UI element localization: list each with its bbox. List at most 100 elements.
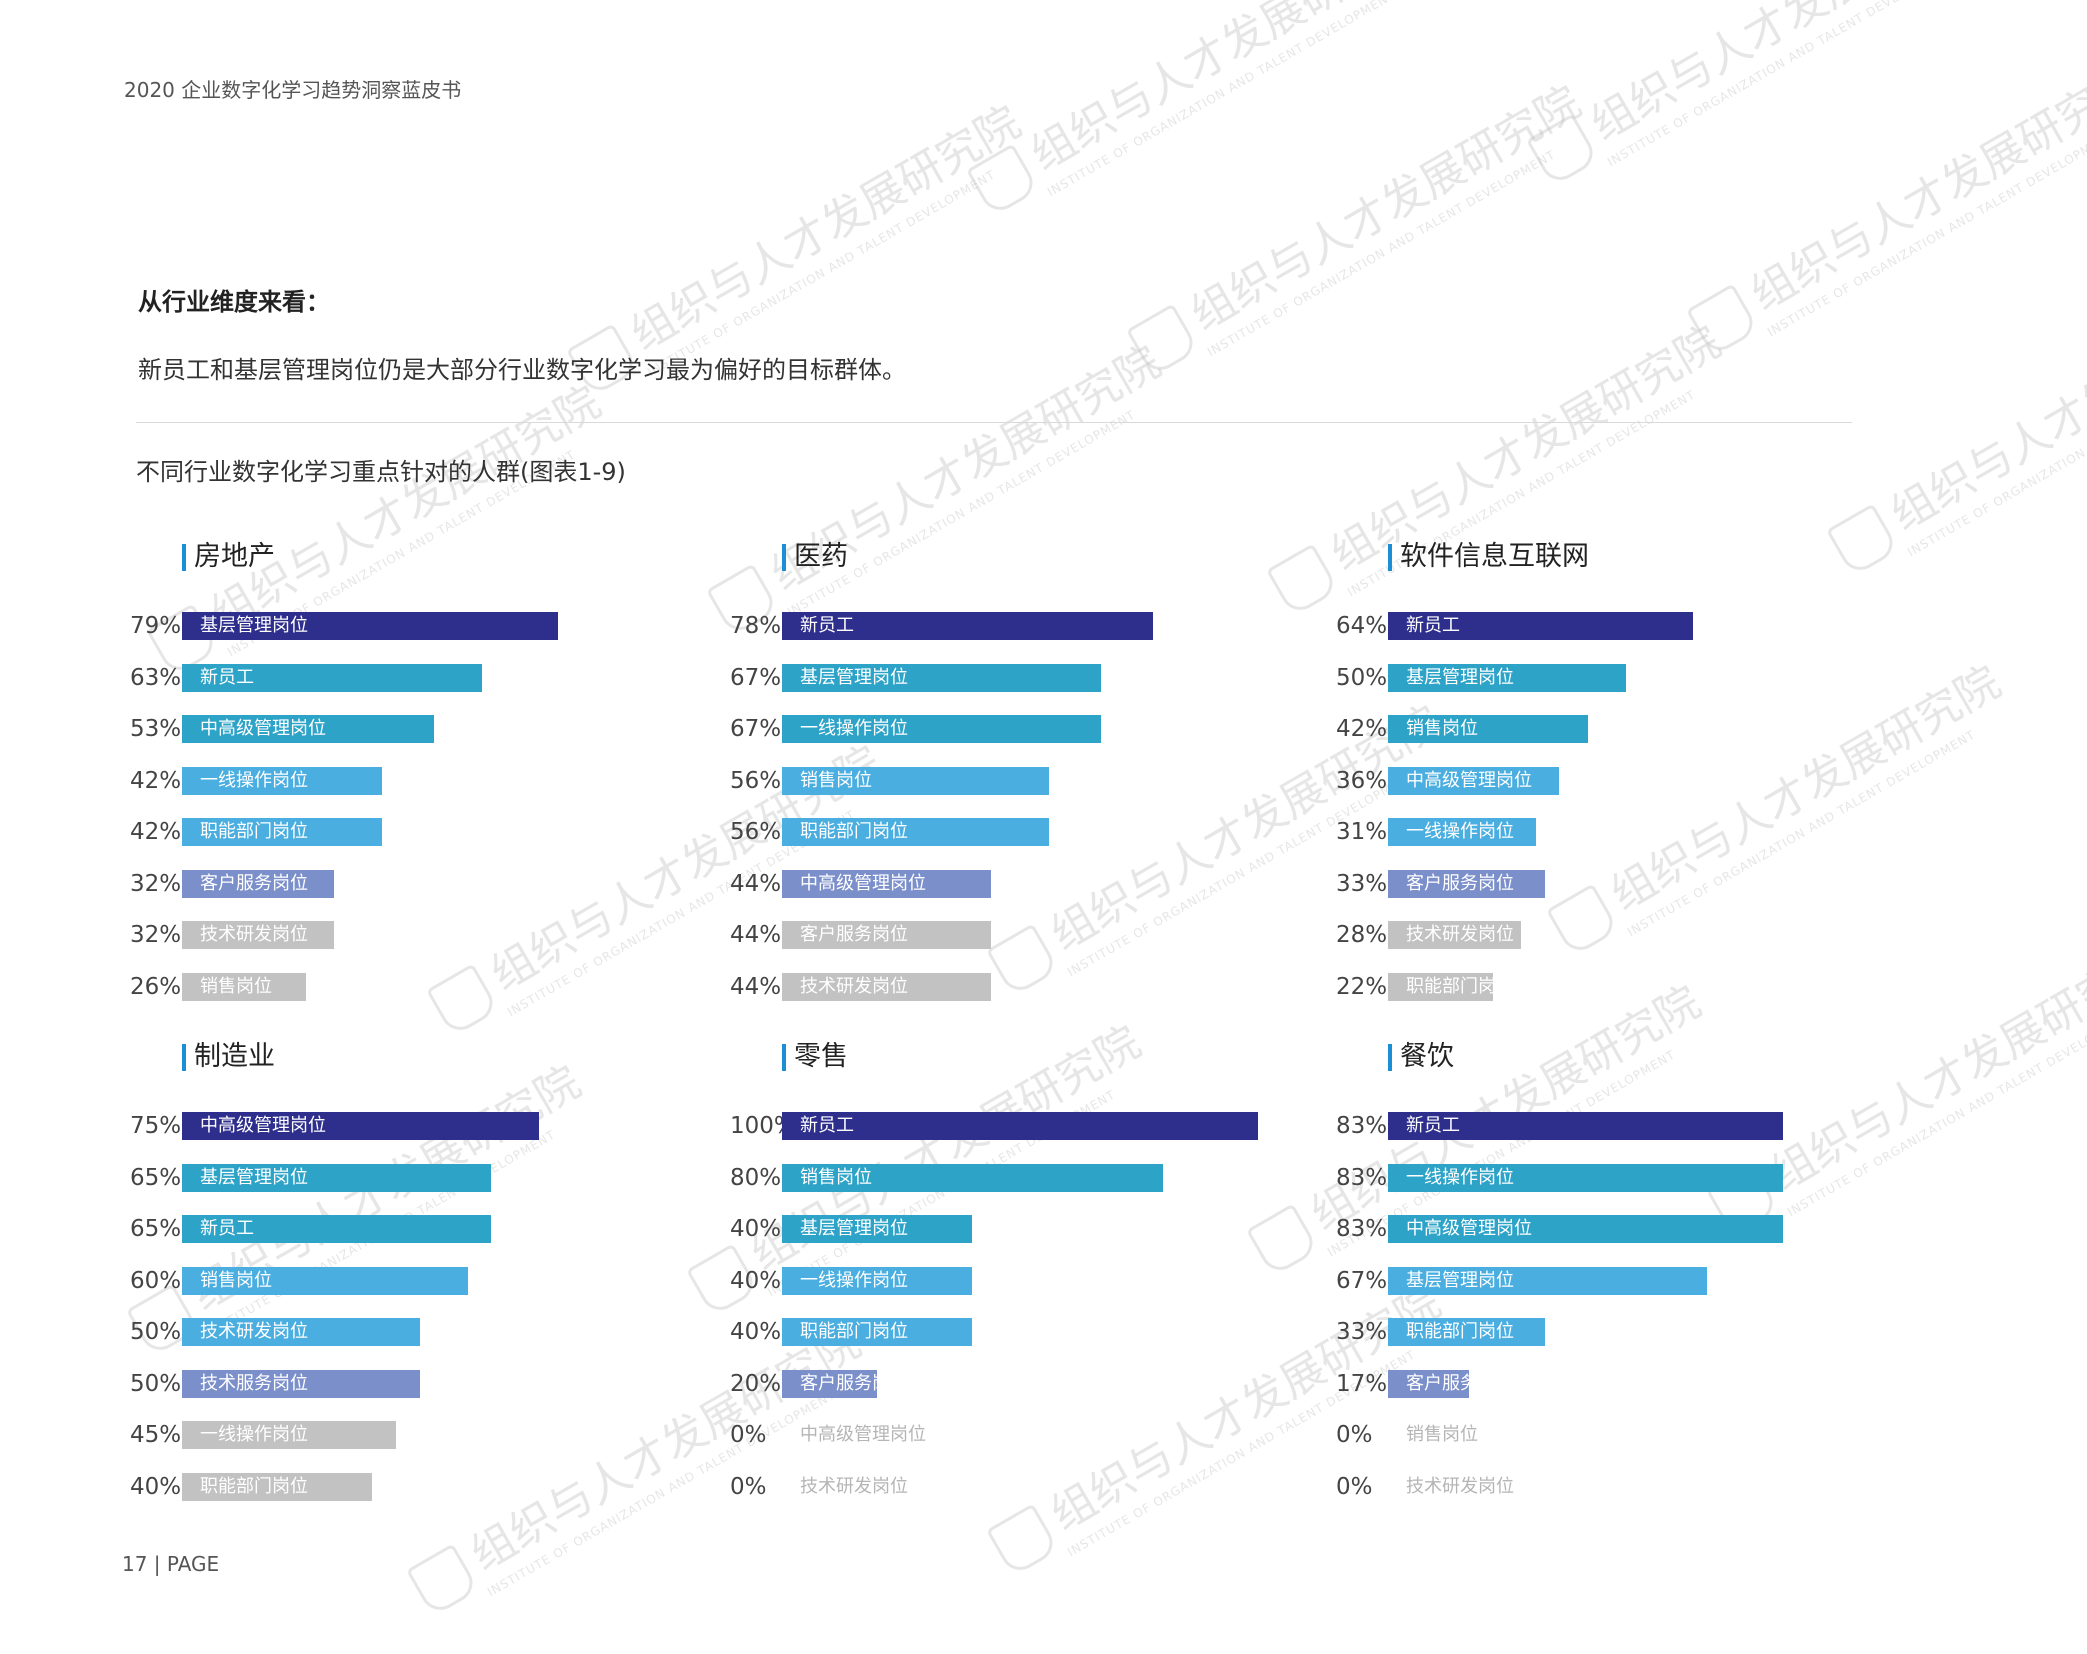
chart-title: 餐饮	[1388, 1040, 1454, 1074]
bar-value-label: 63%	[130, 664, 182, 691]
bar-row: 0% 技术研发岗位	[730, 1473, 1290, 1501]
section-description: 新员工和基层管理岗位仍是大部分行业数字化学习最为偏好的目标群体。	[138, 356, 906, 384]
bar-category-label: 基层管理岗位	[1406, 666, 1514, 688]
bar-row: 83% 新员工	[1336, 1112, 1896, 1140]
bar-row: 36% 中高级管理岗位	[1336, 766, 1896, 795]
watermark-logo-icon	[1526, 113, 1600, 188]
bar-category-label: 新员工	[800, 615, 854, 636]
bar-row: 26% 销售岗位	[130, 972, 690, 1001]
bar-category-label: 客户服务岗位	[1406, 872, 1514, 894]
bar-row: 80% 销售岗位	[730, 1163, 1290, 1192]
bar-row: 67% 基层管理岗位	[1336, 1266, 1896, 1295]
bar-value-label: 42%	[130, 819, 182, 845]
watermark-logo-icon	[986, 1503, 1060, 1578]
bar-value-label: 56%	[730, 767, 782, 794]
bar-value-label: 80%	[730, 1164, 782, 1191]
bar-category-label: 一线操作岗位	[200, 1424, 308, 1445]
bar-value-label: 78%	[730, 613, 782, 639]
bar-row: 56% 销售岗位	[730, 766, 1290, 795]
bar-category-label: 技术研发岗位	[800, 975, 908, 997]
bar-row: 40% 一线操作岗位	[730, 1266, 1290, 1295]
bar-value-label: 40%	[730, 1267, 782, 1294]
watermark-subtext: INSTITUTE OF ORGANIZATION AND TALENT DEV…	[1764, 127, 2087, 340]
bar-row: 79% 基层管理岗位	[130, 612, 690, 640]
watermark: 组织与人才发展研究院INSTITUTE OF ORGANIZATION AND …	[1680, 47, 2087, 369]
chart-panel-catering: 餐饮 83% 新员工 83% 一线操作岗位 83% 中高级管理岗位 67% 基层管理岗位 33%…	[1336, 1040, 1896, 1510]
bar-value-label: 44%	[730, 973, 782, 1000]
chart-panel-software-internet: 软件信息互联网 64% 新员工 50% 基层管理岗位 42% 销售岗位 36% 中高级管理岗位…	[1336, 540, 1896, 1010]
watermark: 组织与人才发展研究院INSTITUTE OF ORGANIZATION AND …	[1520, 0, 1998, 199]
bar-row: 50% 基层管理岗位	[1336, 663, 1896, 692]
bar-value-label: 100%	[730, 1113, 796, 1139]
bar-category-label: 中高级管理岗位	[800, 1424, 926, 1445]
bar-row: 75% 中高级管理岗位	[130, 1112, 690, 1140]
chart-panel-real-estate: 房地产 79% 基层管理岗位 63% 新员工 53% 中高级管理岗位 42% 一线操作岗位 42…	[130, 540, 690, 1010]
bar-category-label: 客户服务岗位	[800, 1372, 908, 1394]
bar-row: 50% 技术服务岗位	[130, 1369, 690, 1398]
bar-value-label: 0%	[1336, 1473, 1373, 1500]
watermark: 组织与人才发展研究院INSTITUTE OF ORGANIZATION AND …	[1120, 67, 1598, 389]
watermark-text: 组织与人才发展研究院	[1742, 56, 2087, 321]
bar-row: 40% 职能部门岗位	[730, 1318, 1290, 1346]
bar-category-label: 一线操作岗位	[800, 1269, 908, 1291]
watermark: 组织与人才发展研究院INSTITUTE OF ORGANIZATION AND …	[960, 0, 1438, 229]
bar-value-label: 42%	[130, 767, 182, 794]
watermark-logo-icon	[406, 1543, 480, 1618]
watermark-subtext: INSTITUTE OF ORGANIZATION AND TALENT DEV…	[1604, 0, 1958, 170]
bar-value-label: 22%	[1336, 973, 1388, 1000]
bar-row: 67% 一线操作岗位	[730, 715, 1290, 743]
page-separator: |	[147, 1552, 167, 1576]
bar-category-label: 职能部门岗位	[1406, 975, 1514, 997]
bar-row: 22% 职能部门岗位	[1336, 972, 1896, 1001]
bar-value-label: 40%	[730, 1216, 782, 1242]
watermark-subtext: INSTITUTE OF ORGANIZATION AND TALENT DEV…	[1904, 347, 2087, 560]
bar-value-label: 28%	[1336, 922, 1388, 948]
bar-row: 60% 销售岗位	[130, 1266, 690, 1295]
bar-value-label: 67%	[730, 716, 782, 742]
bar-row: 28% 技术研发岗位	[1336, 921, 1896, 949]
page-label: PAGE	[166, 1552, 220, 1576]
bar-value-label: 83%	[1336, 1164, 1388, 1191]
bar-value-label: 44%	[730, 922, 782, 948]
chart-title: 医药	[782, 540, 848, 574]
bar-category-label: 销售岗位	[1406, 718, 1478, 739]
watermark-text: 组织与人才发展研究院	[1882, 276, 2087, 541]
bar-category-label: 新员工	[200, 1218, 254, 1239]
chart-panel-manufacturing: 制造业 75% 中高级管理岗位 65% 基层管理岗位 65% 新员工 60% 销售岗位 50% 技…	[130, 1040, 690, 1510]
bar-category-label: 销售岗位	[1406, 1424, 1478, 1445]
bar-category-label: 一线操作岗位	[1406, 821, 1514, 842]
bar-value-label: 65%	[130, 1216, 182, 1242]
bar-category-label: 技术研发岗位	[800, 1475, 908, 1497]
bar-row: 40% 基层管理岗位	[730, 1215, 1290, 1243]
bar-row: 67% 基层管理岗位	[730, 663, 1290, 692]
document-header-title: 2020 企业数字化学习趋势洞察蓝皮书	[124, 78, 462, 102]
bar-category-label: 技术研发岗位	[1406, 924, 1514, 945]
bar-value-label: 26%	[130, 973, 182, 1000]
watermark-text: 组织与人才发展研究院	[1182, 76, 1590, 341]
bar-row: 100% 新员工	[730, 1112, 1290, 1140]
bar-category-label: 职能部门岗位	[200, 1475, 308, 1497]
watermark-text: 组织与人才发展研究院	[1582, 0, 1990, 151]
bar-value-label: 56%	[730, 819, 782, 845]
chart-panel-retail: 零售 100% 新员工 80% 销售岗位 40% 基层管理岗位 40% 一线操作岗位 40% 职能…	[730, 1040, 1290, 1510]
bar-row: 44% 技术研发岗位	[730, 972, 1290, 1001]
bar-category-label: 新员工	[1406, 1115, 1460, 1136]
bar-row: 42% 销售岗位	[1336, 715, 1896, 743]
bar-category-label: 一线操作岗位	[1406, 1166, 1514, 1188]
bar-category-label: 职能部门岗位	[800, 821, 908, 842]
watermark-logo-icon	[1686, 283, 1760, 358]
chart-title: 房地产	[182, 540, 275, 574]
page-number: 17	[122, 1552, 148, 1576]
bar-row: 44% 客户服务岗位	[730, 921, 1290, 949]
bar-value-label: 50%	[130, 1319, 182, 1345]
bar-row: 0% 销售岗位	[1336, 1421, 1896, 1449]
bar-row: 45% 一线操作岗位	[130, 1421, 690, 1449]
chart-panel-pharma: 医药 78% 新员工 67% 基层管理岗位 67% 一线操作岗位 56% 销售岗位 56% 职能部…	[730, 540, 1290, 1010]
bar-row: 65% 新员工	[130, 1215, 690, 1243]
bar-category-label: 中高级管理岗位	[200, 718, 326, 739]
bar-row: 78% 新员工	[730, 612, 1290, 640]
bar-value-label: 53%	[130, 716, 182, 742]
bar-category-label: 技术研发岗位	[1406, 1475, 1514, 1497]
bar-category-label: 基层管理岗位	[800, 1218, 908, 1239]
bar-value-label: 67%	[1336, 1267, 1388, 1294]
